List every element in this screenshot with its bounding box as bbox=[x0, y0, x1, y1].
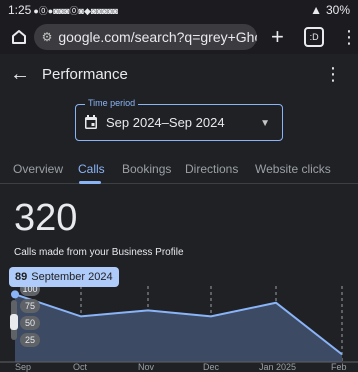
dropdown-arrow-icon: ▼ bbox=[260, 118, 270, 129]
tooltip-date: September 2024 bbox=[31, 271, 113, 283]
time-period-label: Time period bbox=[85, 98, 139, 108]
active-tab-indicator bbox=[79, 181, 101, 184]
tab-calls[interactable]: Calls bbox=[78, 162, 105, 176]
browser-toolbar: ⚙ google.com/search?q=grey+Ghost+-- + :D… bbox=[0, 20, 358, 54]
calendar-icon bbox=[85, 115, 97, 129]
status-left: 1:25 ●⓪●◙◙◙⓪◙◆◙◙◙◙◙ bbox=[8, 3, 118, 17]
app-header: ← Performance ⋮ bbox=[0, 54, 358, 94]
calls-total: 320 bbox=[14, 197, 78, 239]
metric-tabs: Overview Calls Bookings Directions Websi… bbox=[0, 152, 358, 184]
page-title: Performance bbox=[42, 65, 128, 83]
chart-scroll-handle[interactable] bbox=[10, 314, 18, 330]
data-point[interactable] bbox=[11, 290, 19, 299]
back-arrow-icon[interactable]: ← bbox=[10, 63, 34, 86]
y-tick-label: 50 bbox=[20, 316, 40, 330]
more-options-icon[interactable]: ⋮ bbox=[324, 64, 342, 85]
chart-tooltip: 89 September 2024 bbox=[9, 267, 119, 287]
home-button[interactable] bbox=[4, 28, 34, 46]
status-right: ▲ 30% bbox=[310, 3, 350, 17]
tab-overview[interactable]: Overview bbox=[13, 162, 63, 176]
new-tab-button[interactable]: + bbox=[263, 24, 293, 50]
tab-website-clicks[interactable]: Website clicks bbox=[255, 162, 331, 176]
url-text: google.com/search?q=grey+Ghost+-- bbox=[58, 29, 256, 45]
tab-directions[interactable]: Directions bbox=[185, 162, 238, 176]
y-tick-label: 25 bbox=[20, 333, 40, 347]
series-area bbox=[15, 294, 342, 362]
x-tick-label: Feb bbox=[331, 362, 347, 372]
signal-icon: ▲ bbox=[310, 3, 322, 17]
tab-switcher-button[interactable]: :D bbox=[304, 27, 324, 47]
calls-caption: Calls made from your Business Profile bbox=[14, 247, 184, 258]
status-bar: 1:25 ●⓪●◙◙◙⓪◙◆◙◙◙◙◙ ▲ 30% bbox=[0, 0, 358, 20]
site-settings-icon[interactable]: ⚙ bbox=[42, 30, 53, 44]
time-period-value: Sep 2024–Sep 2024 bbox=[106, 115, 225, 130]
x-tick-label: Dec bbox=[203, 362, 220, 372]
time-period-select[interactable]: Time period Sep 2024–Sep 2024 ▼ bbox=[75, 98, 283, 141]
y-tick-label: 75 bbox=[20, 299, 40, 313]
x-tick-label: Sep bbox=[15, 362, 32, 372]
status-time: 1:25 bbox=[8, 3, 32, 17]
address-bar[interactable]: ⚙ google.com/search?q=grey+Ghost+-- bbox=[33, 24, 257, 50]
x-tick-label: Oct bbox=[73, 362, 88, 372]
notification-icons: ●⓪●◙◙◙⓪◙◆◙◙◙◙◙ bbox=[33, 5, 119, 16]
calls-chart[interactable] bbox=[0, 286, 358, 369]
x-tick-label: Nov bbox=[138, 362, 155, 372]
battery-level: 30% bbox=[325, 3, 350, 17]
tooltip-value: 89 bbox=[15, 271, 28, 283]
home-icon bbox=[11, 30, 26, 44]
tab-bookings[interactable]: Bookings bbox=[122, 162, 171, 176]
browser-menu-icon[interactable]: ⋮ bbox=[340, 27, 358, 48]
x-tick-label: Jan 2025 bbox=[259, 362, 297, 372]
